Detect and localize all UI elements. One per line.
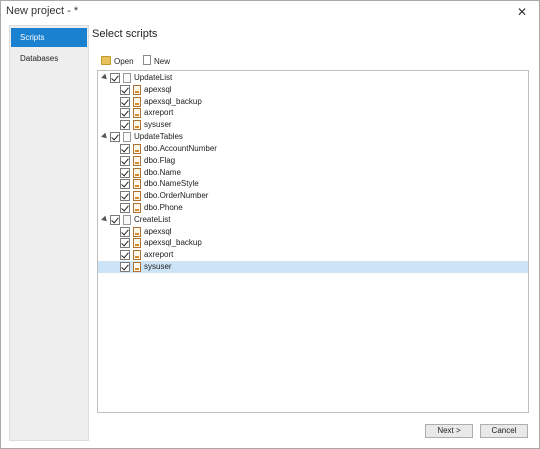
title-bar: New project - * ✕: [1, 1, 539, 25]
tree-item-row[interactable]: axreport: [98, 249, 528, 261]
tree-item-label: dbo.Phone: [144, 203, 183, 213]
item-checkbox[interactable]: [120, 155, 130, 166]
item-checkbox[interactable]: [120, 167, 130, 178]
tree-item-row[interactable]: sysuser: [98, 261, 528, 274]
sidebar-item-databases[interactable]: Databases: [11, 49, 87, 68]
sql-script-icon: [133, 179, 141, 190]
tree-item-row[interactable]: dbo.Flag: [98, 155, 528, 167]
tree-item-label: axreport: [144, 250, 174, 260]
sql-script-icon: [133, 108, 141, 119]
tree-item-label: sysuser: [144, 120, 172, 130]
sql-script-icon: [133, 191, 141, 202]
group-checkbox[interactable]: [110, 132, 120, 143]
tree-item-row[interactable]: dbo.AccountNumber: [98, 143, 528, 155]
item-checkbox[interactable]: [120, 238, 130, 249]
sql-script-icon: [133, 226, 141, 237]
expand-arrow-icon[interactable]: [101, 73, 109, 82]
item-checkbox[interactable]: [120, 203, 130, 214]
tree-item-label: apexsql: [144, 84, 172, 94]
script-list-icon: [123, 214, 131, 225]
next-button[interactable]: Next >: [425, 424, 473, 438]
item-checkbox[interactable]: [120, 143, 130, 154]
item-checkbox[interactable]: [120, 191, 130, 202]
sql-script-icon: [133, 238, 141, 249]
sql-script-icon: [133, 167, 141, 178]
new-document-icon: [143, 55, 151, 65]
tree-group-row[interactable]: UpdateTables: [98, 131, 528, 143]
tree-item-row[interactable]: apexsql_backup: [98, 96, 528, 108]
item-checkbox[interactable]: [120, 179, 130, 190]
script-tree[interactable]: UpdateList apexsql apexsql_backup axreport s…: [97, 70, 529, 413]
group-checkbox[interactable]: [110, 214, 120, 225]
cancel-button[interactable]: Cancel: [480, 424, 528, 438]
tree-item-label: dbo.OrderNumber: [144, 191, 209, 201]
tree-group-label: UpdateTables: [134, 132, 183, 142]
script-list-icon: [123, 73, 131, 83]
tree-item-label: apexsql_backup: [144, 238, 202, 248]
item-checkbox[interactable]: [120, 120, 130, 131]
sidebar-item-scripts[interactable]: Scripts: [11, 28, 87, 47]
item-checkbox[interactable]: [120, 96, 130, 107]
new-button-label: New: [154, 57, 171, 66]
item-checkbox[interactable]: [120, 226, 130, 237]
open-button[interactable]: Open: [101, 55, 134, 69]
item-checkbox[interactable]: [120, 250, 130, 261]
tree-item-row[interactable]: dbo.NameStyle: [98, 178, 528, 190]
sql-script-icon: [133, 96, 141, 107]
tree-item-label: dbo.Name: [144, 167, 181, 177]
script-list-icon: [123, 132, 131, 143]
tree-item-label: sysuser: [144, 262, 172, 272]
item-checkbox[interactable]: [120, 108, 130, 119]
sql-script-icon: [133, 203, 141, 214]
tree-item-label: dbo.Flag: [144, 155, 176, 165]
open-button-label: Open: [114, 57, 134, 66]
tree-item-row[interactable]: sysuser: [98, 119, 528, 131]
tree-item-row[interactable]: dbo.Name: [98, 167, 528, 179]
sql-script-icon: [133, 143, 141, 154]
tree-item-label: apexsql_backup: [144, 96, 202, 106]
close-icon[interactable]: ✕: [509, 3, 535, 21]
tree-item-row[interactable]: axreport: [98, 107, 528, 119]
sidebar: Scripts Databases: [9, 25, 89, 441]
expand-arrow-icon[interactable]: [101, 215, 109, 224]
folder-open-icon: [101, 56, 111, 65]
sql-script-icon: [133, 262, 141, 273]
tree-item-label: apexsql: [144, 226, 172, 236]
tree-item-row[interactable]: apexsql: [98, 84, 528, 96]
window-title: New project - *: [6, 5, 79, 17]
tree-item-label: dbo.AccountNumber: [144, 143, 217, 153]
sql-script-icon: [133, 84, 141, 95]
group-checkbox[interactable]: [110, 73, 120, 83]
sql-script-icon: [133, 120, 141, 131]
tree-item-row[interactable]: apexsql_backup: [98, 237, 528, 249]
tree-item-label: axreport: [144, 108, 174, 118]
expand-arrow-icon[interactable]: [101, 132, 109, 141]
tree-group-row[interactable]: UpdateList: [98, 72, 528, 84]
tree-item-row[interactable]: apexsql: [98, 226, 528, 238]
page-title: Select scripts: [92, 28, 158, 40]
sql-script-icon: [133, 250, 141, 261]
tree-group-label: CreateList: [134, 214, 171, 224]
item-checkbox[interactable]: [120, 84, 130, 95]
tree-group-label: UpdateList: [134, 73, 173, 82]
tree-group-row[interactable]: CreateList: [98, 214, 528, 226]
project-wizard-window: New project - * ✕ Scripts Databases Sele…: [0, 0, 540, 449]
sql-script-icon: [133, 155, 141, 166]
tree-item-row[interactable]: dbo.Phone: [98, 202, 528, 214]
tree-item-label: dbo.NameStyle: [144, 179, 199, 189]
item-checkbox[interactable]: [120, 262, 130, 273]
new-button[interactable]: New: [143, 55, 170, 69]
tree-item-row[interactable]: dbo.OrderNumber: [98, 190, 528, 202]
